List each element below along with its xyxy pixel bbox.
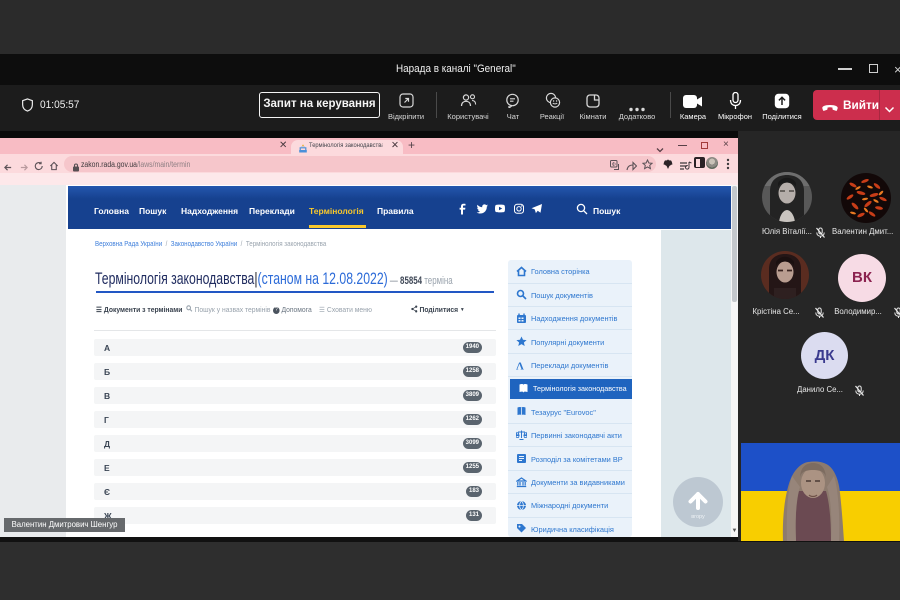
svg-text:вгору: вгору xyxy=(691,514,705,520)
svg-text:Ф: Ф xyxy=(612,162,616,168)
svg-text:Λ: Λ xyxy=(516,360,524,371)
